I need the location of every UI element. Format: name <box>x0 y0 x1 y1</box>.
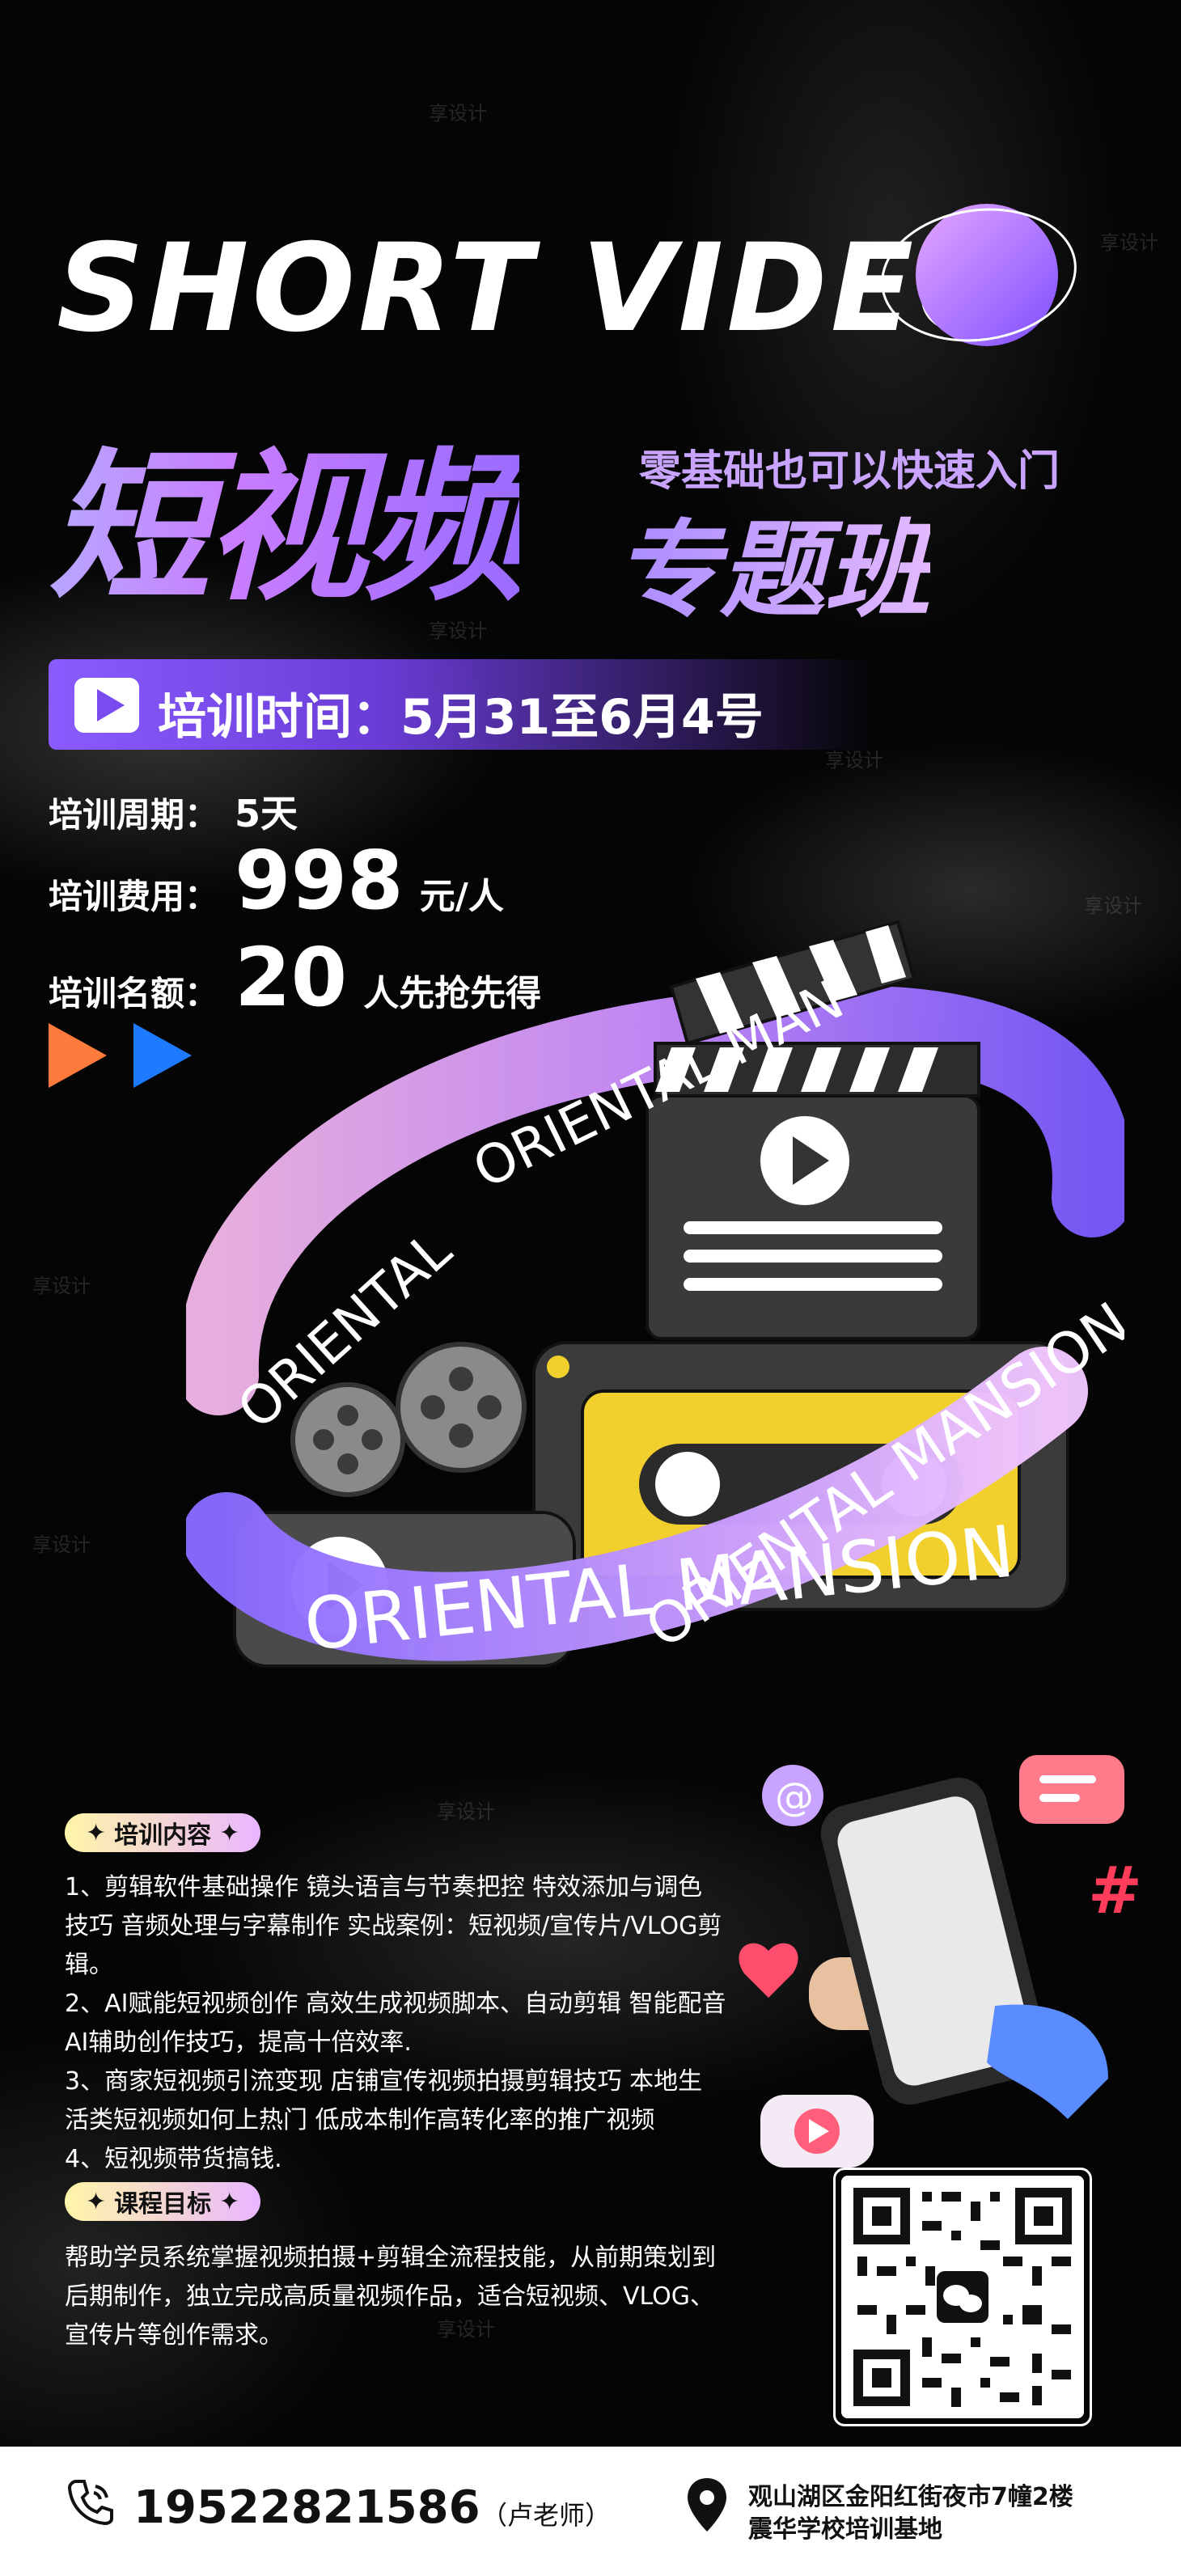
arrow-orange-icon <box>49 1023 107 1088</box>
content-line: 3、商家短视频引流变现 店铺宣传视频拍摄剪辑技巧 本地生 <box>65 2067 703 2096</box>
watermark: 享设计 <box>1100 231 1158 254</box>
content-text: 1、剪辑软件基础操作 镜头语言与节奏把控 特效添加与调色 技巧 音频处理与字幕制… <box>65 1868 793 2179</box>
content-line: AI辅助创作技巧，提高十倍效率. <box>65 2028 412 2057</box>
goal-line: 帮助学员系统掌握视频拍摄+剪辑全流程技能，从前期策划到 <box>65 2244 717 2272</box>
content-line: 2、AI赋能短视频创作 高效生成视频脚本、自动剪辑 智能配音 <box>65 1990 726 2018</box>
sparkle-icon: ✦ <box>219 1818 240 1847</box>
svg-text:#: # <box>1088 1853 1142 1928</box>
location-pin-icon <box>688 2478 726 2532</box>
watermark: 享设计 <box>429 102 487 125</box>
goal-line: 宣传片等创作需求。 <box>65 2321 283 2350</box>
phone-number[interactable]: 19522821586 <box>133 2481 480 2534</box>
goal-text: 帮助学员系统掌握视频拍摄+剪辑全流程技能，从前期策划到 后期制作，独立完成高质量… <box>65 2239 793 2355</box>
goal-line: 后期制作，独立完成高质量视频作品，适合短视频、VLOG、 <box>65 2282 715 2311</box>
svg-text:@: @ <box>775 1774 814 1820</box>
content-line: 1、剪辑软件基础操作 镜头语言与节奏把控 特效添加与调色 <box>65 1873 703 1901</box>
address: 观山湖区金阳红街夜市7幢2楼 震华学校培训基地 <box>748 2481 1073 2546</box>
schedule-text: 培训时间：5月31至6月4号 <box>158 689 764 746</box>
watermark: 享设计 <box>437 1800 495 1823</box>
content-tag: ✦ 培训内容 ✦ <box>65 1813 261 1852</box>
period-value: 5天 <box>235 792 298 835</box>
planet-icon <box>881 204 1077 346</box>
sparkle-icon: ✦ <box>219 2187 240 2216</box>
play-icon <box>97 689 125 721</box>
film-scene-illustration: ORIENTAL ORIENTAL MAN ORIENTAL MANSION O… <box>186 920 1124 1668</box>
address-line: 震华学校培训基地 <box>748 2515 942 2544</box>
content-line: 技巧 音频处理与字幕制作 实战案例：短视频/宣传片/VLOG剪 <box>65 1912 722 1940</box>
title-main: 短视频 <box>49 396 524 631</box>
phone-hand-illustration: @ # <box>739 1755 1142 2168</box>
content-line: 活类短视频如何上热门 低成本制作高转化率的推广视频 <box>65 2106 655 2134</box>
watermark: 享设计 <box>32 1533 91 1556</box>
qr-code-icon[interactable] <box>841 2176 1084 2418</box>
watermark: 享设计 <box>32 1275 91 1297</box>
content-line: 4、短视频带货搞钱. <box>65 2145 282 2173</box>
goal-tag-label: 课程目标 <box>114 2190 212 2219</box>
teacher-name: （卢老师） <box>481 2500 612 2531</box>
title-sub-big: 专题班 <box>615 485 930 637</box>
content-line: 辑。 <box>65 1951 113 1979</box>
arrow-blue-icon <box>133 1023 192 1088</box>
period-label: 培训周期： <box>49 795 219 835</box>
sparkle-icon: ✦ <box>86 1818 107 1847</box>
sparkle-icon: ✦ <box>86 2187 107 2216</box>
address-line: 观山湖区金阳红街夜市7幢2楼 <box>748 2483 1073 2511</box>
goal-tag: ✦ 课程目标 ✦ <box>65 2182 261 2221</box>
period-row: 培训周期： 5天 <box>49 785 298 838</box>
content-tag-label: 培训内容 <box>114 1821 212 1850</box>
phone-icon <box>67 2480 113 2526</box>
